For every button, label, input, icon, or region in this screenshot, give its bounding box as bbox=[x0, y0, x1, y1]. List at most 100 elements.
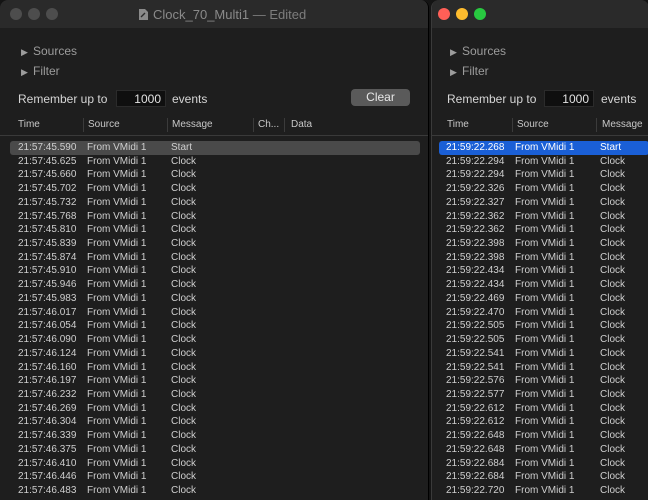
minimize-button[interactable] bbox=[456, 8, 468, 20]
cell-message: Clock bbox=[171, 484, 197, 496]
sources-disclosure[interactable]: ▶ Sources bbox=[450, 44, 506, 58]
table-row[interactable]: 21:59:22.612 From VMidi 1 Clock bbox=[432, 415, 648, 429]
remember-count-field[interactable]: 1000 bbox=[116, 90, 166, 107]
table-row[interactable]: 21:57:45.732 From VMidi 1 Clock bbox=[0, 196, 428, 210]
cell-source: From VMidi 1 bbox=[87, 238, 147, 250]
table-row[interactable]: 21:57:46.410 From VMidi 1 Clock bbox=[0, 457, 428, 471]
table-row[interactable]: 21:57:45.839 From VMidi 1 Clock bbox=[0, 237, 428, 251]
column-header-data[interactable]: Data bbox=[291, 119, 312, 130]
table-row[interactable]: 21:59:22.576 From VMidi 1 Clock bbox=[432, 374, 648, 388]
cell-message: Clock bbox=[171, 210, 197, 222]
cell-source: From VMidi 1 bbox=[87, 457, 147, 469]
table-row[interactable]: 21:59:22.648 From VMidi 1 Clock bbox=[432, 443, 648, 457]
table-row[interactable]: 21:57:46.269 From VMidi 1 Clock bbox=[0, 402, 428, 416]
table-row[interactable]: 21:59:22.648 From VMidi 1 Clock bbox=[432, 429, 648, 443]
cell-time: 21:57:45.983 bbox=[18, 292, 77, 304]
cell-source: From VMidi 1 bbox=[515, 238, 575, 250]
column-header-time[interactable]: Time bbox=[18, 119, 40, 130]
table-row[interactable]: 21:57:46.197 From VMidi 1 Clock bbox=[0, 374, 428, 388]
table-row[interactable]: 21:59:22.684 From VMidi 1 Clock bbox=[432, 470, 648, 484]
table-row[interactable]: 21:57:46.304 From VMidi 1 Clock bbox=[0, 415, 428, 429]
table-row[interactable]: 21:57:46.160 From VMidi 1 Clock bbox=[0, 361, 428, 375]
table-row[interactable]: 21:57:45.810 From VMidi 1 Clock bbox=[0, 223, 428, 237]
table-row[interactable]: 21:59:22.362 From VMidi 1 Clock bbox=[432, 223, 648, 237]
cell-time: 21:57:46.339 bbox=[18, 430, 77, 442]
selected-table-row[interactable]: 21:59:22.268 From VMidi 1 Start bbox=[439, 141, 648, 155]
column-header-channel[interactable]: Ch... bbox=[258, 119, 279, 130]
cell-source: From VMidi 1 bbox=[515, 375, 575, 387]
column-divider[interactable] bbox=[253, 118, 254, 132]
table-row[interactable]: 21:57:46.483 From VMidi 1 Clock bbox=[0, 484, 428, 498]
table-row[interactable]: 21:59:22.612 From VMidi 1 Clock bbox=[432, 402, 648, 416]
table-row[interactable]: 21:59:22.327 From VMidi 1 Clock bbox=[432, 196, 648, 210]
column-divider[interactable] bbox=[167, 118, 168, 132]
close-button[interactable] bbox=[10, 8, 22, 20]
table-row[interactable]: 21:59:22.362 From VMidi 1 Clock bbox=[432, 210, 648, 224]
table-row[interactable]: 21:57:46.090 From VMidi 1 Clock bbox=[0, 333, 428, 347]
filter-disclosure[interactable]: ▶ Filter bbox=[450, 64, 489, 78]
selected-table-row[interactable]: 21:57:45.590 From VMidi 1 Start bbox=[10, 141, 420, 155]
left-titlebar[interactable]: Clock_70_Multi1 — Edited bbox=[0, 0, 428, 28]
cell-message: Clock bbox=[600, 471, 626, 483]
table-row[interactable]: 21:57:45.702 From VMidi 1 Clock bbox=[0, 182, 428, 196]
right-titlebar[interactable] bbox=[432, 0, 648, 28]
cell-source: From VMidi 1 bbox=[87, 142, 147, 153]
zoom-button[interactable] bbox=[46, 8, 58, 20]
table-row[interactable]: 21:57:45.660 From VMidi 1 Clock bbox=[0, 168, 428, 182]
events-label: events bbox=[172, 92, 208, 106]
table-row[interactable]: 21:59:22.505 From VMidi 1 Clock bbox=[432, 319, 648, 333]
table-row[interactable]: 21:59:22.505 From VMidi 1 Clock bbox=[432, 333, 648, 347]
clear-button[interactable]: Clear bbox=[351, 89, 410, 106]
cell-source: From VMidi 1 bbox=[515, 430, 575, 442]
table-row[interactable]: 21:57:46.375 From VMidi 1 Clock bbox=[0, 443, 428, 457]
cell-source: From VMidi 1 bbox=[515, 416, 575, 428]
column-header-message[interactable]: Message bbox=[172, 119, 213, 130]
cell-source: From VMidi 1 bbox=[515, 292, 575, 304]
filter-disclosure[interactable]: ▶ Filter bbox=[21, 64, 60, 78]
column-divider[interactable] bbox=[512, 118, 513, 132]
table-row[interactable]: 21:59:22.326 From VMidi 1 Clock bbox=[432, 182, 648, 196]
table-row[interactable]: 21:59:22.469 From VMidi 1 Clock bbox=[432, 292, 648, 306]
table-row[interactable]: 21:59:22.294 From VMidi 1 Clock bbox=[432, 155, 648, 169]
remember-count-field[interactable]: 1000 bbox=[544, 90, 594, 107]
table-row[interactable]: 21:59:22.684 From VMidi 1 Clock bbox=[432, 457, 648, 471]
column-divider[interactable] bbox=[83, 118, 84, 132]
minimize-button[interactable] bbox=[28, 8, 40, 20]
column-divider[interactable] bbox=[596, 118, 597, 132]
table-row[interactable]: 21:59:22.720 From VMidi 1 Clock bbox=[432, 484, 648, 498]
column-header-source[interactable]: Source bbox=[88, 119, 120, 130]
table-row[interactable]: 21:59:22.434 From VMidi 1 Clock bbox=[432, 278, 648, 292]
table-row[interactable]: 21:59:22.541 From VMidi 1 Clock bbox=[432, 347, 648, 361]
zoom-button[interactable] bbox=[474, 8, 486, 20]
table-row[interactable]: 21:57:46.017 From VMidi 1 Clock bbox=[0, 306, 428, 320]
table-row[interactable]: 21:59:22.294 From VMidi 1 Clock bbox=[432, 168, 648, 182]
table-row[interactable]: 21:57:45.625 From VMidi 1 Clock bbox=[0, 155, 428, 169]
table-row[interactable]: 21:57:45.946 From VMidi 1 Clock bbox=[0, 278, 428, 292]
table-row[interactable]: 21:57:45.983 From VMidi 1 Clock bbox=[0, 292, 428, 306]
table-row[interactable]: 21:57:45.874 From VMidi 1 Clock bbox=[0, 251, 428, 265]
table-row[interactable]: 21:57:46.054 From VMidi 1 Clock bbox=[0, 319, 428, 333]
table-row[interactable]: 21:57:46.232 From VMidi 1 Clock bbox=[0, 388, 428, 402]
table-row[interactable]: 21:59:22.398 From VMidi 1 Clock bbox=[432, 237, 648, 251]
table-row[interactable]: 21:57:46.339 From VMidi 1 Clock bbox=[0, 429, 428, 443]
table-row[interactable]: 21:59:22.398 From VMidi 1 Clock bbox=[432, 251, 648, 265]
cell-source: From VMidi 1 bbox=[87, 183, 147, 195]
table-row[interactable]: 21:59:22.577 From VMidi 1 Clock bbox=[432, 388, 648, 402]
table-row[interactable]: 21:57:45.768 From VMidi 1 Clock bbox=[0, 210, 428, 224]
table-row[interactable]: 21:57:45.910 From VMidi 1 Clock bbox=[0, 264, 428, 278]
table-row[interactable]: 21:57:46.124 From VMidi 1 Clock bbox=[0, 347, 428, 361]
cell-message: Clock bbox=[171, 471, 197, 483]
table-row[interactable]: 21:59:22.434 From VMidi 1 Clock bbox=[432, 264, 648, 278]
column-divider[interactable] bbox=[284, 118, 285, 132]
table-row[interactable]: 21:57:46.446 From VMidi 1 Clock bbox=[0, 470, 428, 484]
table-row[interactable]: 21:59:22.470 From VMidi 1 Clock bbox=[432, 306, 648, 320]
table-row[interactable]: 21:59:22.541 From VMidi 1 Clock bbox=[432, 361, 648, 375]
cell-source: From VMidi 1 bbox=[87, 196, 147, 208]
cell-source: From VMidi 1 bbox=[87, 306, 147, 318]
cell-source: From VMidi 1 bbox=[515, 196, 575, 208]
close-button[interactable] bbox=[438, 8, 450, 20]
column-header-source[interactable]: Source bbox=[517, 119, 549, 130]
column-header-message[interactable]: Message bbox=[602, 119, 643, 130]
sources-disclosure[interactable]: ▶ Sources bbox=[21, 44, 77, 58]
column-header-time[interactable]: Time bbox=[447, 119, 469, 130]
